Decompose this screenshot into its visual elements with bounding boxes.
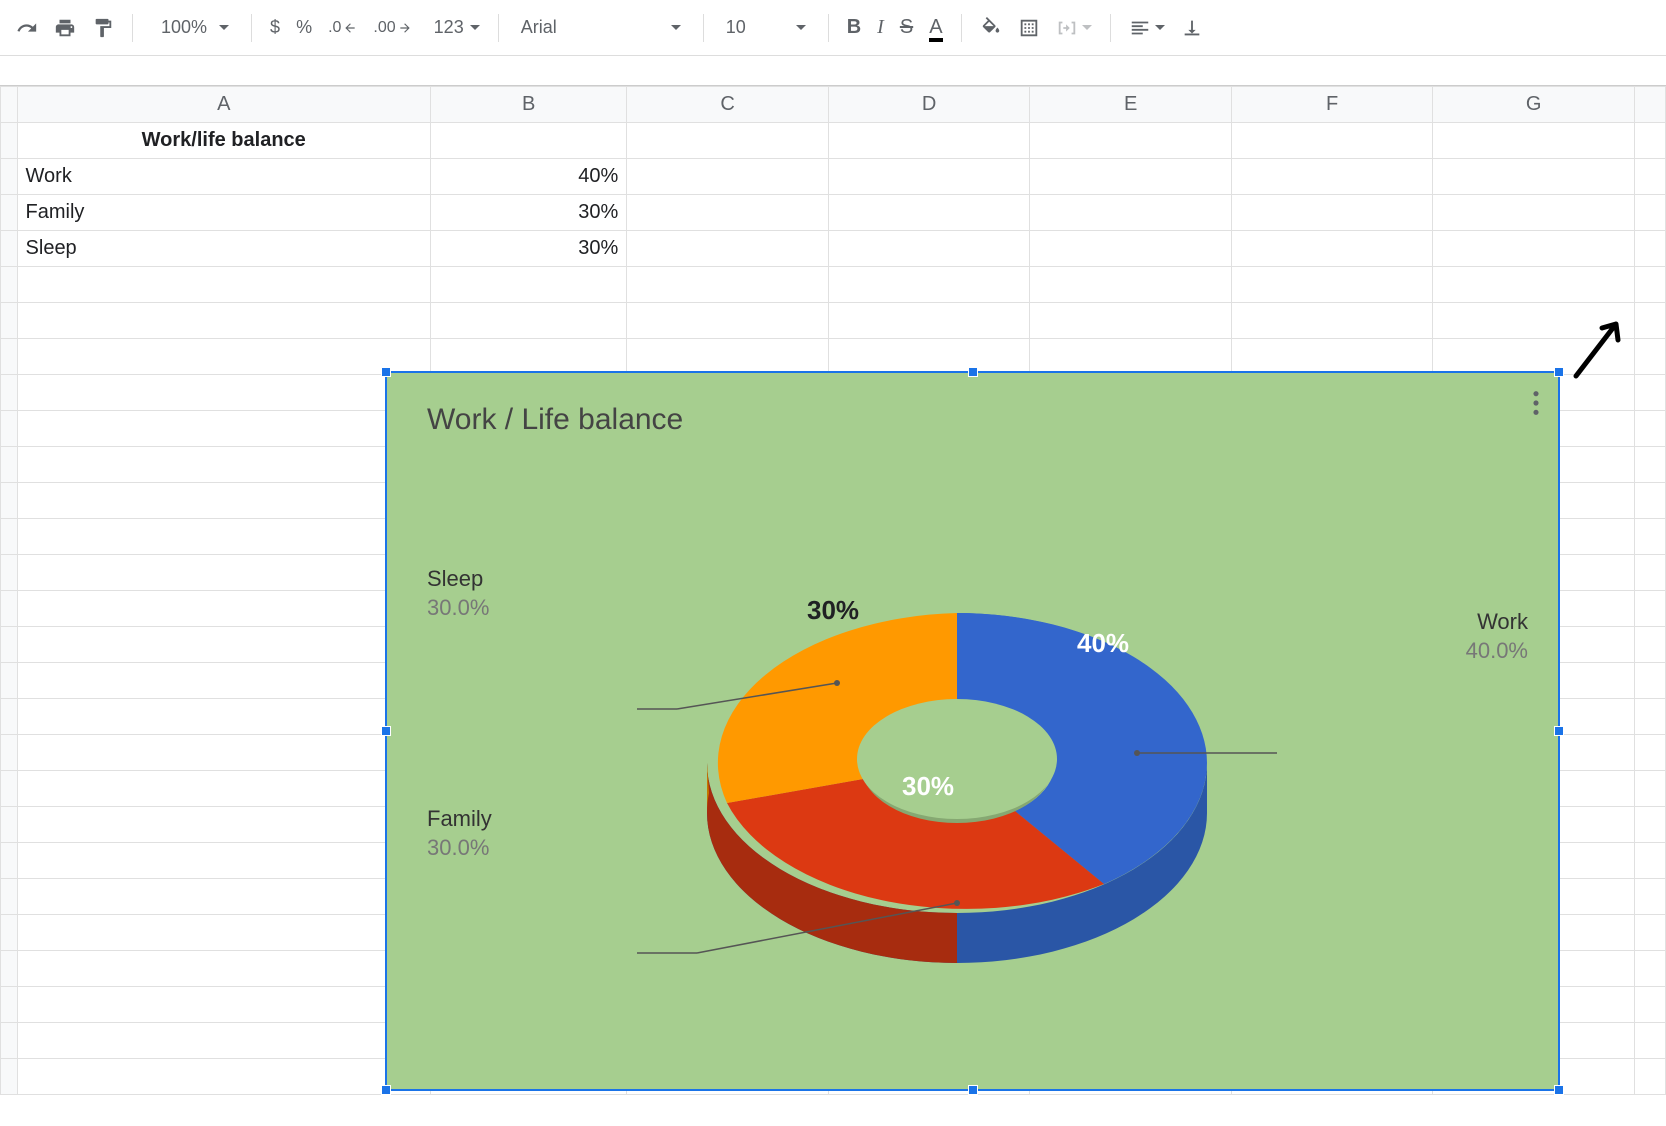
table-row: Sleep30%: [1, 231, 1666, 267]
resize-handle[interactable]: [1554, 726, 1564, 736]
resize-handle[interactable]: [381, 367, 391, 377]
chart-more-menu-button[interactable]: [1532, 389, 1540, 422]
cursor-arrow-icon: [1568, 314, 1628, 389]
increase-decimal-button[interactable]: .00: [367, 10, 417, 46]
vertical-align-button[interactable]: [1175, 10, 1209, 46]
chevron-down-icon: [219, 25, 229, 30]
table-row: Work/life balance: [1, 123, 1666, 159]
cell[interactable]: Work/life balance: [17, 123, 430, 159]
text-color-button[interactable]: A: [923, 10, 948, 46]
cell[interactable]: Sleep: [17, 231, 430, 267]
strikethrough-button[interactable]: S: [894, 10, 919, 46]
resize-handle[interactable]: [1554, 1085, 1564, 1095]
chevron-down-icon: [796, 25, 806, 30]
table-row: Family30%: [1, 195, 1666, 231]
italic-button[interactable]: I: [871, 10, 890, 46]
cell[interactable]: Work: [17, 159, 430, 195]
slice-label-work: Work 40.0%: [1466, 608, 1528, 665]
paint-format-button[interactable]: [86, 10, 120, 46]
zoom-dropdown[interactable]: 100%: [145, 17, 239, 38]
slice-value-family: 30%: [902, 771, 954, 802]
column-header-row: A B C D E F G: [1, 87, 1666, 123]
resize-handle[interactable]: [968, 367, 978, 377]
font-family-dropdown[interactable]: Arial: [511, 17, 691, 38]
select-all-corner[interactable]: [1, 87, 18, 123]
table-row: Work40%: [1, 159, 1666, 195]
more-formats-dropdown[interactable]: 123: [422, 10, 486, 46]
col-header-f[interactable]: F: [1231, 87, 1433, 123]
resize-handle[interactable]: [1554, 367, 1564, 377]
chevron-down-icon: [1082, 25, 1092, 30]
chart-object[interactable]: Work / Life balance: [385, 371, 1560, 1091]
borders-button[interactable]: [1012, 10, 1046, 46]
chevron-down-icon: [671, 25, 681, 30]
cell[interactable]: 30%: [430, 231, 626, 267]
slice-value-work: 40%: [1077, 628, 1129, 659]
slice-label-family: Family 30.0%: [427, 805, 492, 862]
print-button[interactable]: [48, 10, 82, 46]
col-header-d[interactable]: D: [828, 87, 1030, 123]
font-size-dropdown[interactable]: 10: [716, 17, 816, 38]
merge-cells-button: [1050, 10, 1098, 46]
col-header-g[interactable]: G: [1433, 87, 1635, 123]
redo-button[interactable]: [10, 10, 44, 46]
chevron-down-icon: [470, 25, 480, 30]
resize-handle[interactable]: [968, 1085, 978, 1095]
donut-chart: [637, 513, 1277, 1013]
col-header-a[interactable]: A: [17, 87, 430, 123]
formula-bar[interactable]: [0, 56, 1666, 86]
spreadsheet-grid: A B C D E F G Work/life balance Work40% …: [0, 86, 1666, 1095]
horizontal-align-button[interactable]: [1123, 10, 1171, 46]
format-percent-button[interactable]: %: [290, 10, 318, 46]
resize-handle[interactable]: [381, 726, 391, 736]
format-currency-button[interactable]: $: [264, 10, 286, 46]
chevron-down-icon: [1155, 25, 1165, 30]
col-header-b[interactable]: B: [430, 87, 626, 123]
cell[interactable]: Family: [17, 195, 430, 231]
slice-value-sleep: 30%: [807, 595, 859, 626]
slice-label-sleep: Sleep 30.0%: [427, 565, 489, 622]
cell[interactable]: [430, 123, 626, 159]
col-header-c[interactable]: C: [627, 87, 829, 123]
resize-handle[interactable]: [381, 1085, 391, 1095]
cell[interactable]: 30%: [430, 195, 626, 231]
chart-title: Work / Life balance: [427, 403, 683, 437]
col-header-e[interactable]: E: [1030, 87, 1232, 123]
toolbar: 100% $ % .0 .00 123 Arial 10 B I S A: [0, 0, 1666, 56]
decrease-decimal-button[interactable]: .0: [322, 10, 363, 46]
bold-button[interactable]: B: [841, 10, 867, 46]
cell[interactable]: 40%: [430, 159, 626, 195]
fill-color-button[interactable]: [974, 10, 1008, 46]
